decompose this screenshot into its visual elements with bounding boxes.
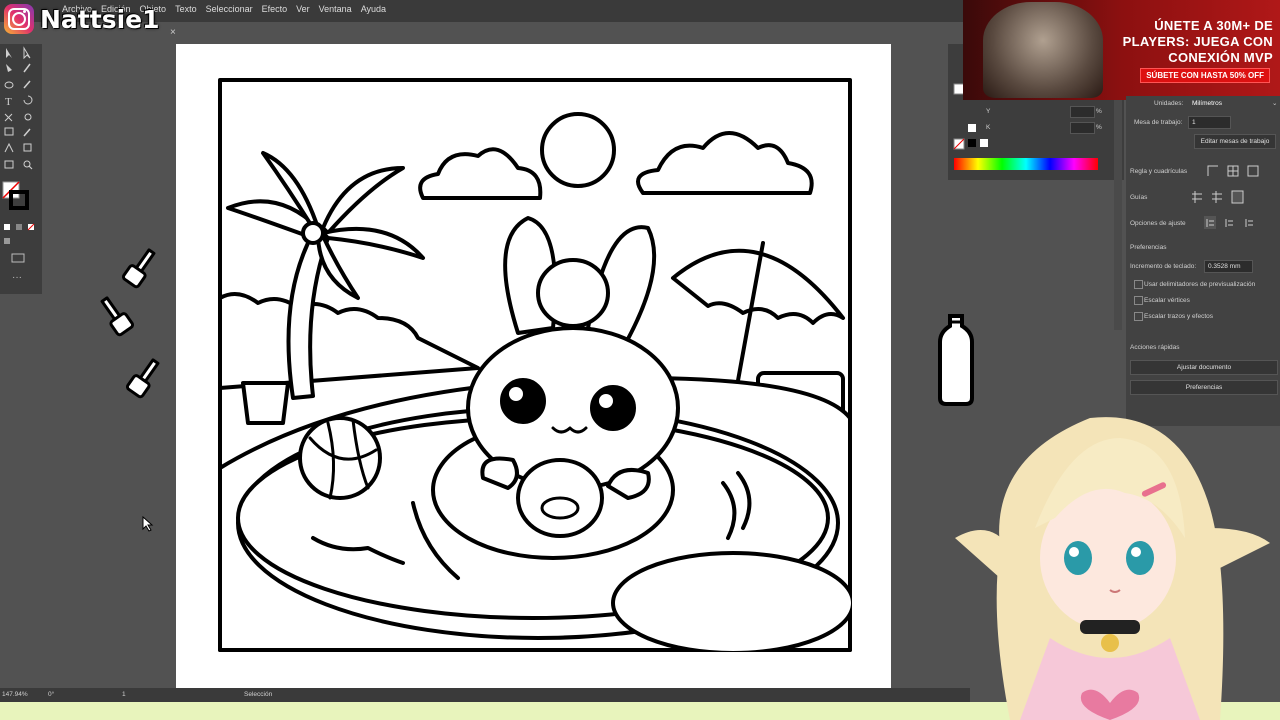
units-chevron-down-icon[interactable]: ⌄ (1272, 99, 1277, 107)
menu-item-ver[interactable]: Ver (296, 4, 310, 14)
scissors-tool-icon (4, 113, 13, 122)
free-transform-tool-icon (4, 127, 14, 136)
rulers-grids-label: Regla y cuadrículas (1130, 168, 1188, 175)
guides-icons[interactable] (1190, 190, 1270, 204)
shovel-icon (121, 248, 156, 289)
guides-label: Guías (1130, 194, 1148, 201)
advertisement-banner[interactable]: ÚNETE A 30M+ DE PLAYERS: JUEGA CON CONEX… (963, 0, 1280, 100)
direct-selection-tool-icon (23, 46, 31, 60)
guide-show-icon (1192, 191, 1202, 203)
units-dropdown[interactable]: Milímetros (1192, 100, 1222, 107)
selection-tool-icon (6, 48, 12, 58)
zoom-handle-icon (28, 165, 33, 170)
keyboard-increment-label: Incremento de teclado: (1130, 263, 1197, 270)
color-y-pct: % (1096, 108, 1102, 115)
streamer-name: Nattsie1 (40, 4, 160, 34)
bottle-decoration-icon (938, 314, 974, 406)
more-tools-icon: ··· (12, 272, 22, 283)
color-k-label: K (986, 124, 991, 131)
preferences-button[interactable]: Preferencias (1130, 380, 1278, 395)
units-label: Unidades: (1154, 100, 1184, 107)
eyedropper-tool-icon (23, 128, 31, 137)
chick-on-head-icon (536, 258, 610, 328)
menu-item-efecto[interactable]: Efecto (262, 4, 288, 14)
avatar-bell (1101, 634, 1119, 652)
color-mode-icon (4, 224, 10, 230)
snap-pixel-icon (1245, 219, 1253, 227)
menu-item-seleccionar[interactable]: Seleccionar (206, 4, 253, 14)
ruler-icon (1207, 165, 1218, 176)
avatar-eye-left (1064, 541, 1092, 575)
shovel-decorations (100, 248, 160, 399)
quick-actions-heading: Acciones rápidas (1130, 344, 1180, 351)
streamer-brand: Nattsie1 (4, 4, 160, 34)
artboard-navigator[interactable]: 1 (122, 691, 126, 698)
current-tool-status: Selección (244, 691, 273, 698)
snap-options-label: Opciones de ajuste (1130, 220, 1186, 227)
use-preview-bounds-label: Usar delimitadores de previsualización (1144, 281, 1256, 288)
scale-strokes-label: Escalar trazos y efectos (1144, 313, 1213, 320)
type-tool-icon: T (5, 96, 12, 108)
properties-panel: Unidades: Milímetros ⌄ Mesa de trabajo: … (1126, 96, 1280, 426)
keyboard-increment-field[interactable]: 0.3528 mm (1204, 260, 1253, 273)
pool-float-mat (611, 551, 852, 652)
menu-item-ventana[interactable]: Ventana (319, 4, 352, 14)
brush-tool-icon (23, 63, 31, 73)
use-preview-bounds-checkbox[interactable] (1134, 280, 1143, 289)
close-document-tab-icon[interactable]: × (170, 27, 176, 38)
shovel-icon (100, 296, 135, 337)
color-k-field[interactable] (1070, 122, 1095, 134)
warp-tool-icon (24, 113, 32, 121)
screen-mode-icon (11, 253, 25, 263)
pixel-grid-icon (1247, 165, 1259, 177)
knight-helmet-image (983, 2, 1103, 98)
ad-cta-button[interactable]: SÚBETE CON HASTA 50% OFF (1140, 68, 1270, 83)
color-spectrum-slider[interactable] (954, 158, 1098, 170)
snap-icons[interactable] (1204, 216, 1274, 230)
bunny-eye-left (500, 378, 546, 424)
gradient-tool-icon (23, 143, 32, 152)
mouse-cursor-icon (142, 516, 154, 532)
shape-builder-tool-icon (4, 142, 14, 153)
ad-headline: ÚNETE A 30M+ DE PLAYERS: JUEGA CON CONEX… (1122, 18, 1273, 65)
color-k-pct: % (1096, 124, 1102, 131)
pencil-tool-icon (23, 80, 31, 89)
rotation-value[interactable]: 0° (48, 691, 54, 698)
avatar-eye-right (1126, 541, 1154, 575)
panel-scrollbar[interactable] (1114, 100, 1122, 330)
tools-panel: T ··· (0, 44, 42, 294)
vtuber-avatar (955, 417, 1270, 720)
bunny-eye-right (590, 385, 636, 431)
scale-corners-checkbox[interactable] (1134, 296, 1143, 305)
scale-strokes-checkbox[interactable] (1134, 312, 1143, 321)
snap-grid-icon (1225, 219, 1233, 227)
zoom-level[interactable]: 147.94% (2, 691, 28, 698)
guide-lock-icon (1212, 191, 1222, 203)
coconut-icon (301, 221, 325, 245)
color-y-label: Y (986, 108, 991, 115)
artboard-label: Mesa de trabajo: (1134, 119, 1183, 126)
sand-bucket-icon (241, 381, 290, 425)
preferences-heading: Preferencias (1130, 244, 1167, 251)
pen-tool-icon (6, 64, 12, 72)
sun-icon (540, 112, 616, 188)
gradient-mode-icon (16, 224, 22, 230)
artboard-select[interactable]: 1 (1188, 116, 1231, 129)
menu-item-ayuda[interactable]: Ayuda (361, 4, 386, 14)
edit-artboards-button[interactable]: Editar mesas de trabajo (1194, 134, 1276, 149)
rotate-tool-icon (23, 95, 33, 105)
rulers-grids-icons[interactable] (1206, 164, 1276, 178)
shape-tool-icon (4, 81, 14, 89)
artboard-tool-icon (4, 160, 14, 169)
status-bar: 147.94% 0° 1 Selección (0, 688, 970, 702)
draw-mode-icon (4, 238, 10, 244)
fit-document-button[interactable]: Ajustar documento (1130, 360, 1278, 375)
color-y-field[interactable] (1070, 106, 1095, 118)
coloring-page-illustration[interactable] (218, 78, 852, 652)
tool-icons: T ··· (2, 46, 35, 283)
instagram-icon (4, 4, 34, 34)
menu-item-texto[interactable]: Texto (175, 4, 197, 14)
scale-corners-label: Escalar vértices (1144, 297, 1190, 304)
shovel-icon (125, 358, 160, 399)
